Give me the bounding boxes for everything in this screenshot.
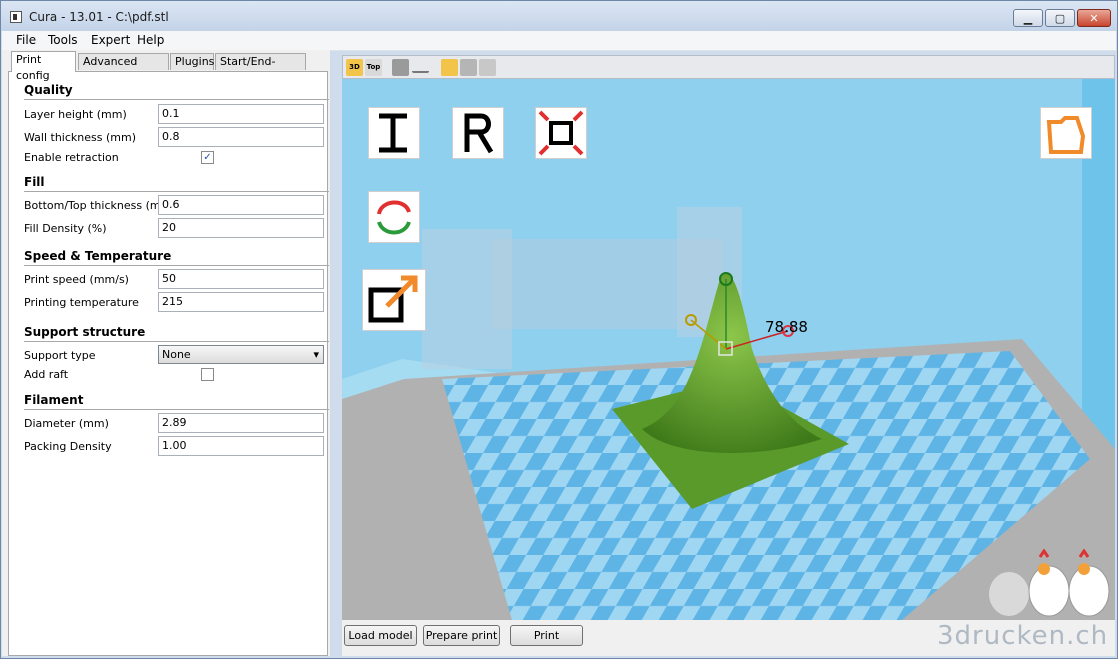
scale-max-icon bbox=[538, 110, 584, 156]
print-button[interactable]: Print bbox=[510, 625, 583, 646]
print-speed-input[interactable]: 50 bbox=[158, 269, 324, 289]
bottom-top-thickness-label: Bottom/Top thickness (mm) bbox=[24, 199, 176, 212]
transparent-view-icon[interactable] bbox=[460, 59, 477, 76]
printing-temperature-label: Printing temperature bbox=[24, 296, 139, 309]
divider bbox=[24, 99, 329, 100]
divider bbox=[24, 341, 329, 342]
chicken-mascot-icon bbox=[989, 549, 1110, 617]
section-quality: Quality bbox=[24, 83, 73, 97]
section-filament: Filament bbox=[24, 393, 84, 407]
support-type-label: Support type bbox=[24, 349, 96, 362]
wall-thickness-label: Wall thickness (mm) bbox=[24, 131, 136, 144]
scale-readout: 78.88 bbox=[765, 318, 808, 336]
rotate-tool-button[interactable] bbox=[368, 107, 420, 159]
view-top-button[interactable]: Top bbox=[365, 59, 382, 76]
menu-expert[interactable]: Expert bbox=[91, 33, 130, 47]
title-bar: Cura - 13.01 - C:\pdf.stl ▁ ▢ ✕ bbox=[1, 1, 1117, 31]
tab-print-config[interactable]: Print config bbox=[11, 51, 76, 82]
maximize-icon: ▢ bbox=[1054, 11, 1066, 25]
tab-advanced-config[interactable]: Advanced config bbox=[78, 53, 169, 84]
scale-max-button[interactable] bbox=[535, 107, 587, 159]
xray-view-icon[interactable] bbox=[392, 59, 409, 76]
view-3d-button[interactable]: 3D bbox=[346, 59, 363, 76]
section-support-structure: Support structure bbox=[24, 325, 146, 339]
scene: 78.88 bbox=[342, 79, 1115, 620]
diameter-label: Diameter (mm) bbox=[24, 417, 109, 430]
scale-model-button[interactable] bbox=[362, 269, 426, 331]
menu-file[interactable]: File bbox=[16, 33, 36, 47]
fill-density-label: Fill Density (%) bbox=[24, 222, 107, 235]
divider bbox=[24, 265, 329, 266]
menu-help[interactable]: Help bbox=[137, 33, 164, 47]
3d-viewport[interactable]: 78.88 bbox=[342, 79, 1115, 620]
rotate-arrows-icon bbox=[377, 200, 411, 235]
enable-retraction-label: Enable retraction bbox=[24, 151, 119, 164]
section-speed-temperature: Speed & Temperature bbox=[24, 249, 172, 263]
overhang-view-icon[interactable] bbox=[412, 59, 429, 73]
layer-height-input[interactable]: 0.1 bbox=[158, 104, 324, 124]
load-model-button[interactable]: Load model bbox=[344, 625, 417, 646]
folder-icon bbox=[1046, 116, 1086, 154]
watermark: 3drucken.ch bbox=[937, 621, 1109, 651]
support-type-select[interactable]: None bbox=[158, 345, 324, 364]
prepare-print-button[interactable]: Prepare print bbox=[423, 625, 500, 646]
rotate-model-button[interactable] bbox=[368, 191, 420, 243]
close-icon: ✕ bbox=[1089, 11, 1099, 25]
enable-retraction-checkbox[interactable]: ✓ bbox=[201, 151, 214, 164]
menu-bar: File Tools Expert Help bbox=[2, 31, 1116, 51]
layer-view-icon[interactable] bbox=[479, 59, 496, 76]
print-config-panel: Quality Layer height (mm) 0.1 Wall thick… bbox=[8, 71, 329, 656]
reset-letter-icon bbox=[464, 113, 494, 154]
settings-panel: Print config Advanced config Plugins Sta… bbox=[2, 50, 330, 656]
packing-density-label: Packing Density bbox=[24, 440, 112, 453]
print-speed-label: Print speed (mm/s) bbox=[24, 273, 129, 286]
layer-height-label: Layer height (mm) bbox=[24, 108, 127, 121]
divider bbox=[24, 409, 329, 410]
divider bbox=[24, 191, 329, 192]
tab-plugins[interactable]: Plugins bbox=[170, 53, 214, 70]
window-title: Cura - 13.01 - C:\pdf.stl bbox=[29, 10, 169, 24]
scale-arrow-icon bbox=[368, 275, 418, 323]
minimize-icon: ▁ bbox=[1023, 11, 1033, 25]
bottom-top-thickness-input[interactable]: 0.6 bbox=[158, 195, 324, 215]
application-window: Cura - 13.01 - C:\pdf.stl ▁ ▢ ✕ File Too… bbox=[0, 0, 1118, 659]
wall-thickness-input[interactable]: 0.8 bbox=[158, 127, 324, 147]
app-icon bbox=[10, 11, 22, 23]
tab-start-end-gcode[interactable]: Start/End-GCode bbox=[215, 53, 306, 84]
minimize-button[interactable]: ▁ bbox=[1013, 9, 1043, 27]
printing-temperature-input[interactable]: 215 bbox=[158, 292, 324, 312]
diameter-input[interactable]: 2.89 bbox=[158, 413, 324, 433]
normal-view-icon[interactable] bbox=[441, 59, 458, 76]
load-folder-button[interactable] bbox=[1040, 107, 1092, 159]
menu-tools[interactable]: Tools bbox=[48, 33, 78, 47]
packing-density-input[interactable]: 1.00 bbox=[158, 436, 324, 456]
close-button[interactable]: ✕ bbox=[1077, 9, 1111, 27]
add-raft-label: Add raft bbox=[24, 368, 69, 381]
view-toolbar: 3D Top bbox=[342, 55, 1115, 79]
reset-tool-button[interactable] bbox=[452, 107, 504, 159]
section-fill: Fill bbox=[24, 175, 45, 189]
maximize-button[interactable]: ▢ bbox=[1045, 9, 1075, 27]
add-raft-checkbox[interactable] bbox=[201, 368, 214, 381]
rotate-letter-icon bbox=[379, 113, 407, 153]
fill-density-input[interactable]: 20 bbox=[158, 218, 324, 238]
